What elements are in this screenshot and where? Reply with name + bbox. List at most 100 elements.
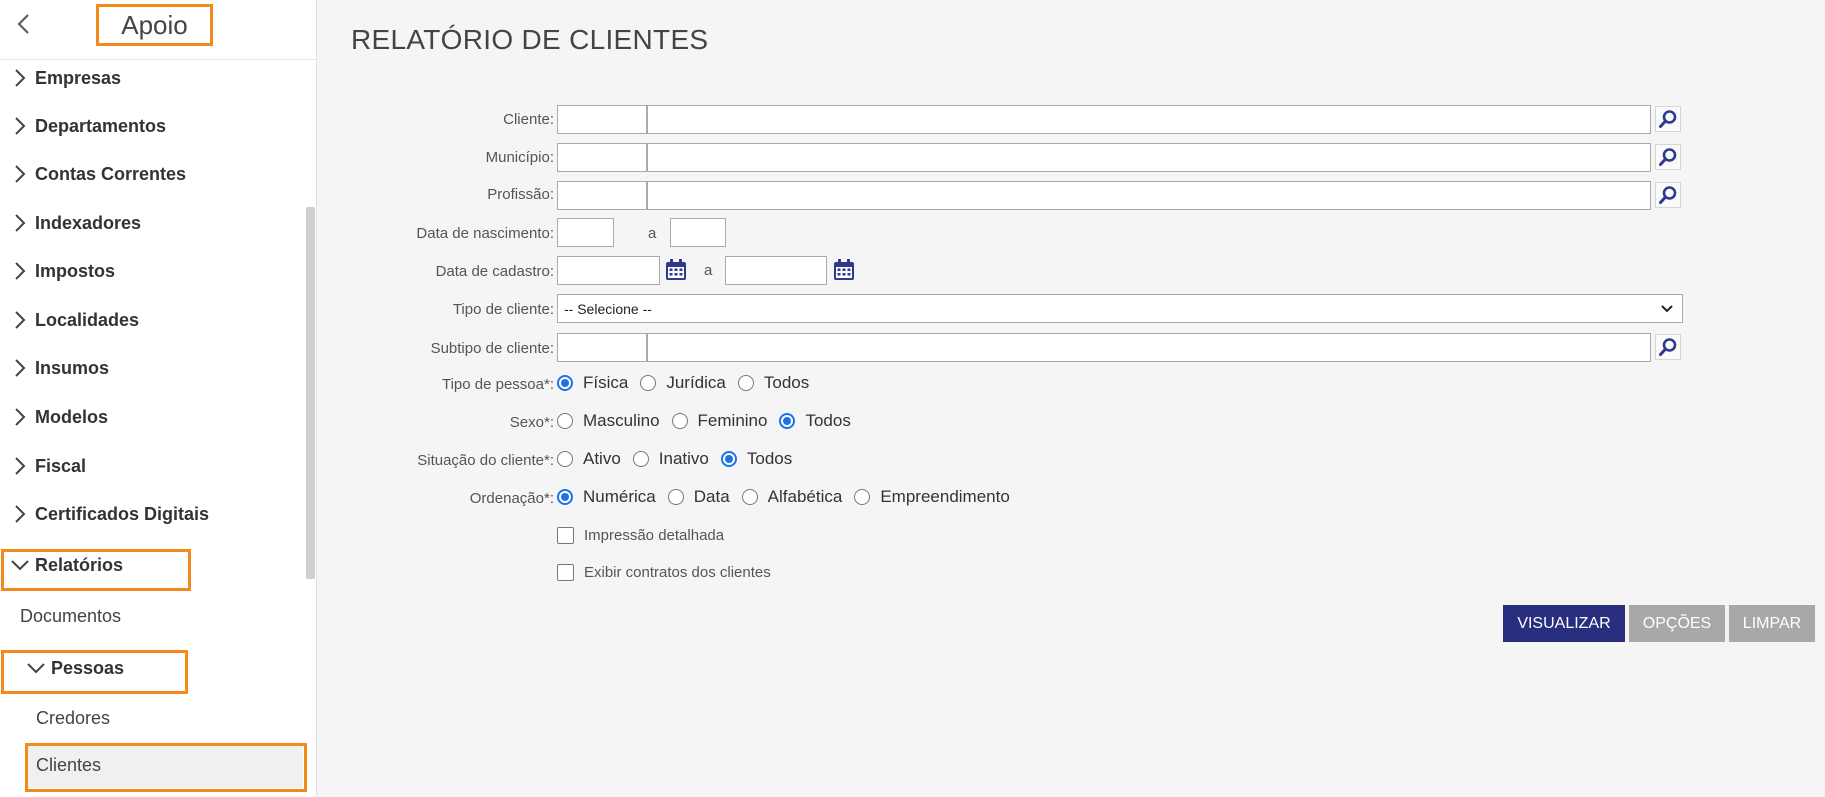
radio-juridica[interactable] <box>640 375 657 391</box>
municipio-search-button[interactable] <box>1655 144 1681 170</box>
chevron-right-icon <box>15 214 26 232</box>
menu-item-modelos[interactable]: Modelos <box>0 399 108 435</box>
radio-masculino[interactable] <box>557 413 573 429</box>
calendar-start-button[interactable] <box>663 257 689 283</box>
search-icon <box>1659 148 1677 166</box>
chevron-right-icon <box>15 408 26 426</box>
chevron-left-icon[interactable] <box>14 12 34 36</box>
menu-item-relatorios[interactable]: Relatórios <box>0 547 123 583</box>
exibir-contratos-label: Exibir contratos dos clientes <box>584 563 771 581</box>
ordenacao-group: Numérica Data Alfabética Empreendimento <box>557 485 1022 509</box>
menu-item-localidades[interactable]: Localidades <box>0 302 139 338</box>
profissao-name-input[interactable] <box>647 181 1651 210</box>
chevron-down-icon <box>1661 305 1673 313</box>
municipio-name-input[interactable] <box>647 143 1651 172</box>
data-cadastro-start-input[interactable] <box>557 256 660 285</box>
option-label: Empreendimento <box>880 487 1010 506</box>
option-label: Física <box>583 373 629 392</box>
impressao-detalhada-row: Impressão detalhada <box>557 524 724 546</box>
cliente-label: Cliente: <box>503 111 554 128</box>
menu-item-fiscal[interactable]: Fiscal <box>0 448 86 484</box>
calendar-icon <box>666 259 686 280</box>
visualizar-button[interactable]: VISUALIZAR <box>1503 605 1625 642</box>
radio-alfabetica[interactable] <box>741 489 758 505</box>
radio-todos[interactable] <box>779 413 796 429</box>
menu-item-label: Pessoas <box>51 657 125 678</box>
option-label: Jurídica <box>666 373 726 392</box>
impressao-detalhada-label: Impressão detalhada <box>584 526 725 544</box>
radio-data[interactable] <box>667 489 684 505</box>
radio-inativo[interactable] <box>632 451 649 467</box>
subtipo-code-input[interactable] <box>557 333 647 362</box>
ordenacao-label: Ordenação*: <box>469 490 554 507</box>
search-icon <box>1659 338 1677 356</box>
data-nascimento-start-input[interactable] <box>557 218 614 247</box>
calendar-end-button[interactable] <box>831 257 857 283</box>
subtipo-search-button[interactable] <box>1655 334 1681 360</box>
municipio-code-input[interactable] <box>557 143 647 172</box>
exibir-contratos-checkbox[interactable] <box>557 563 574 581</box>
radio-todos[interactable] <box>737 375 754 391</box>
data-cadastro-end-input[interactable] <box>725 256 827 285</box>
chevron-right-icon <box>15 262 26 280</box>
menu-item-departamentos[interactable]: Departamentos <box>0 108 166 144</box>
range-separator: a <box>704 262 713 279</box>
opcoes-button[interactable]: OPÇÕES <box>1629 605 1725 642</box>
option-label: Inativo <box>658 449 709 468</box>
chevron-right-icon <box>15 311 26 329</box>
exibir-contratos-row: Exibir contratos dos clientes <box>557 561 771 583</box>
menu-item-label: Contas Correntes <box>35 163 187 184</box>
radio-feminino[interactable] <box>671 413 688 429</box>
subtipo-name-input[interactable] <box>647 333 1651 362</box>
sidebar-title: Apoio <box>96 4 213 46</box>
option-label: Feminino <box>697 411 768 430</box>
menu-item-label: Insumos <box>35 357 110 378</box>
limpar-button[interactable]: LIMPAR <box>1729 605 1815 642</box>
data-cadastro-label: Data de cadastro: <box>435 263 554 280</box>
option-label: Ativo <box>583 449 621 468</box>
menu-item-impostos[interactable]: Impostos <box>0 253 115 289</box>
sexo-label: Sexo*: <box>509 414 554 431</box>
impressao-detalhada-checkbox[interactable] <box>557 526 574 544</box>
menu-item-indexadores[interactable]: Indexadores <box>0 205 141 241</box>
menu-item-label: Fiscal <box>35 455 87 476</box>
page-title: RELATÓRIO DE CLIENTES <box>351 24 709 55</box>
menu-item-credores[interactable]: Credores <box>36 708 110 729</box>
chevron-right-icon <box>15 505 26 523</box>
menu-item-label: Departamentos <box>35 115 167 136</box>
radio-fisica[interactable] <box>557 375 573 391</box>
sidebar-scrollbar[interactable] <box>306 207 315 579</box>
menu-item-label: Certificados Digitais <box>35 503 210 524</box>
chevron-right-icon <box>15 359 26 377</box>
radio-empreendimento[interactable] <box>854 489 871 505</box>
chevron-right-icon <box>15 457 26 475</box>
cliente-search-button[interactable] <box>1655 106 1681 132</box>
data-nascimento-end-input[interactable] <box>670 218 726 247</box>
option-label: Todos <box>805 411 851 430</box>
data-nascimento-label: Data de nascimento: <box>416 225 554 242</box>
menu-item-documentos[interactable]: Documentos <box>20 606 121 627</box>
cliente-name-input[interactable] <box>647 105 1651 134</box>
calendar-icon <box>834 259 854 280</box>
option-label: Numérica <box>583 487 656 506</box>
menu-item-label: Impostos <box>35 260 116 281</box>
profissao-label: Profissão: <box>487 186 554 203</box>
radio-numerica[interactable] <box>557 489 573 505</box>
cliente-code-input[interactable] <box>557 105 647 134</box>
menu-item-insumos[interactable]: Insumos <box>0 350 109 386</box>
radio-ativo[interactable] <box>557 451 573 467</box>
tipo-cliente-select[interactable]: -- Selecione -- <box>557 294 1683 323</box>
menu-item-certificados-digitais[interactable]: Certificados Digitais <box>0 496 209 532</box>
menu-item-empresas[interactable]: Empresas <box>0 60 121 96</box>
radio-todos[interactable] <box>720 451 737 467</box>
menu-item-label: Indexadores <box>35 212 142 233</box>
chevron-down-icon <box>11 560 29 571</box>
menu-item-contas-correntes[interactable]: Contas Correntes <box>0 156 186 192</box>
profissao-code-input[interactable] <box>557 181 647 210</box>
tipo-cliente-selected-value: -- Selecione -- <box>564 300 652 317</box>
profissao-search-button[interactable] <box>1655 182 1681 208</box>
range-separator: a <box>648 225 657 242</box>
menu-item-label: Modelos <box>35 406 109 427</box>
menu-item-clientes[interactable]: Clientes <box>36 755 101 776</box>
menu-item-pessoas[interactable]: Pessoas <box>16 650 124 686</box>
